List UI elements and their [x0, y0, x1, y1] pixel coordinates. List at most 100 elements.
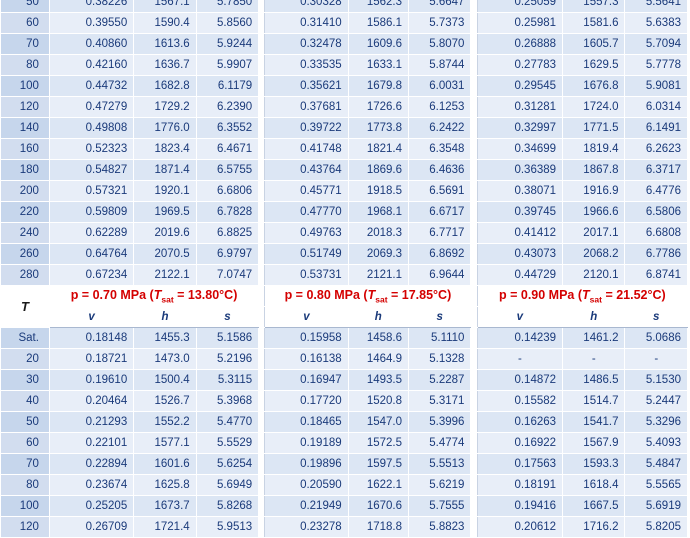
- entropy-cell: 5.1530: [624, 369, 688, 391]
- enthalpy-cell: 1486.5: [562, 369, 626, 391]
- table-row: 70 0.22894 1601.6 5.6254 0.19896 1597.5 5.5513…: [0, 453, 688, 475]
- temperature-cell: 30: [0, 369, 50, 391]
- enthalpy-cell: 1458.6: [347, 327, 410, 349]
- specific-volume-cell: 0.20464: [48, 390, 135, 412]
- specific-volume-cell: 0.31410: [264, 12, 349, 34]
- entropy-cell: 5.6647: [407, 0, 472, 13]
- enthalpy-cell: 1552.2: [133, 411, 197, 433]
- table-row: 260 0.64764 2070.5 6.9797 0.51749 2069.3 6.869…: [0, 243, 688, 265]
- temperature-cell: 100: [0, 495, 50, 517]
- entropy-cell: 6.3548: [407, 138, 472, 160]
- entropy-cell: 5.4093: [624, 432, 688, 454]
- specific-volume-cell: 0.44729: [476, 264, 564, 286]
- specific-volume-cell: 0.59809: [48, 201, 135, 223]
- enthalpy-cell: 1718.8: [347, 516, 410, 538]
- enthalpy-cell: 1667.5: [562, 495, 626, 517]
- enthalpy-cell: -: [562, 348, 626, 370]
- entropy-cell: 5.2447: [624, 390, 688, 412]
- table-row: 70 0.40860 1613.6 5.9244 0.32478 1609.6 5.8070…: [0, 33, 688, 55]
- saturation-temperature: = 21.52°C): [601, 287, 666, 302]
- entropy-cell: 5.8744: [407, 54, 472, 76]
- entropy-cell: 5.8823: [407, 516, 472, 538]
- temperature-cell: 20: [0, 348, 50, 370]
- specific-volume-cell: 0.38071: [476, 180, 564, 202]
- enthalpy-cell: 1581.6: [562, 12, 626, 34]
- table-row: 200 0.57321 1920.1 6.6806 0.45771 1918.5 6.569…: [0, 180, 688, 202]
- specific-volume-cell: 0.29545: [476, 75, 564, 97]
- entropy-cell: 5.3968: [195, 390, 260, 412]
- specific-volume-cell: 0.21949: [264, 495, 349, 517]
- enthalpy-cell: 1966.6: [562, 201, 626, 223]
- enthalpy-cell: 1613.6: [133, 33, 197, 55]
- specific-volume-cell: 0.30328: [264, 0, 349, 13]
- tsat-symbol: T: [582, 287, 590, 302]
- specific-volume-cell: 0.43073: [476, 243, 564, 265]
- pressure-label: p = 0.90 MPa: [499, 287, 575, 302]
- property-table: 50 0.38226 1567.1 5.7850 0.30328 1562.3 5.6647…: [0, 0, 689, 538]
- specific-volume-cell: 0.67234: [48, 264, 135, 286]
- entropy-cell: 5.1328: [407, 348, 472, 370]
- enthalpy-cell: 1541.7: [562, 411, 626, 433]
- entropy-cell: 5.6949: [195, 474, 260, 496]
- entropy-cell: 5.4847: [624, 453, 688, 475]
- specific-volume-cell: 0.41748: [264, 138, 349, 160]
- entropy-cell: 5.9907: [195, 54, 260, 76]
- specific-volume-cell: 0.21293: [48, 411, 135, 433]
- table-body: 50 0.38226 1567.1 5.7850 0.30328 1562.3 5.6647…: [0, 0, 689, 538]
- pressure-header-row: Tp = 0.70 MPa (Tsat = 13.80°C) p = 0.80 M…: [0, 285, 689, 328]
- enthalpy-cell: 2019.6: [133, 222, 197, 244]
- enthalpy-cell: 1726.6: [347, 96, 410, 118]
- specific-volume-cell: 0.40860: [48, 33, 135, 55]
- temperature-cell: Sat.: [0, 327, 50, 349]
- specific-volume-cell: 0.23278: [264, 516, 349, 538]
- entropy-cell: 7.0747: [195, 264, 260, 286]
- specific-volume-cell: 0.20612: [476, 516, 564, 538]
- temperature-cell: 70: [0, 453, 50, 475]
- specific-volume-cell: 0.18148: [48, 327, 135, 349]
- entropy-cell: 6.2623: [624, 138, 688, 160]
- saturation-temperature: = 17.85°C): [387, 287, 452, 302]
- specific-volume-cell: 0.22894: [48, 453, 135, 475]
- specific-volume-cell: 0.44732: [48, 75, 135, 97]
- enthalpy-cell: 1682.8: [133, 75, 197, 97]
- specific-volume-cell: 0.23674: [48, 474, 135, 496]
- entropy-cell: 5.4774: [407, 432, 472, 454]
- table-row: 50 0.21293 1552.2 5.4770 0.18465 1547.0 5.3996…: [0, 411, 688, 433]
- entropy-cell: 6.5691: [407, 180, 472, 202]
- temperature-cell: 180: [0, 159, 50, 181]
- entropy-cell: 5.7778: [624, 54, 688, 76]
- table-row: 180 0.54827 1871.4 6.5755 0.43764 1869.6 6.463…: [0, 159, 688, 181]
- temperature-cell: 260: [0, 243, 50, 265]
- entropy-cell: 6.4776: [624, 180, 688, 202]
- entropy-cell: 6.3717: [624, 159, 688, 181]
- temperature-cell: 40: [0, 390, 50, 412]
- tsat-subscript: sat: [375, 294, 388, 305]
- entropy-cell: 6.0031: [407, 75, 472, 97]
- specific-volume-cell: 0.19610: [48, 369, 135, 391]
- entropy-cell: 5.3171: [407, 390, 472, 412]
- enthalpy-cell: 1969.5: [133, 201, 197, 223]
- enthalpy-cell: 2120.1: [562, 264, 626, 286]
- temperature-cell: 200: [0, 180, 50, 202]
- specific-volume-cell: 0.26888: [476, 33, 564, 55]
- specific-volume-cell: 0.34699: [476, 138, 564, 160]
- enthalpy-cell: 1673.7: [133, 495, 197, 517]
- temperature-cell: 50: [0, 0, 50, 13]
- entropy-cell: 6.4671: [195, 138, 260, 160]
- enthalpy-header: h: [133, 306, 197, 328]
- specific-volume-cell: 0.31281: [476, 96, 564, 118]
- entropy-cell: 5.8205: [624, 516, 688, 538]
- enthalpy-cell: 1821.4: [347, 138, 410, 160]
- entropy-cell: 6.1491: [624, 117, 688, 139]
- temperature-cell: 280: [0, 264, 50, 286]
- entropy-cell: 5.5513: [407, 453, 472, 475]
- enthalpy-cell: 1622.1: [347, 474, 410, 496]
- pressure-label: p = 0.70 MPa: [70, 287, 147, 302]
- entropy-cell: 5.6219: [407, 474, 472, 496]
- specific-volume-cell: 0.57321: [48, 180, 135, 202]
- enthalpy-cell: 1593.3: [562, 453, 626, 475]
- enthalpy-cell: 1609.6: [347, 33, 410, 55]
- enthalpy-cell: 1920.1: [133, 180, 197, 202]
- enthalpy-cell: 1670.6: [347, 495, 410, 517]
- specific-volume-cell: 0.26709: [48, 516, 135, 538]
